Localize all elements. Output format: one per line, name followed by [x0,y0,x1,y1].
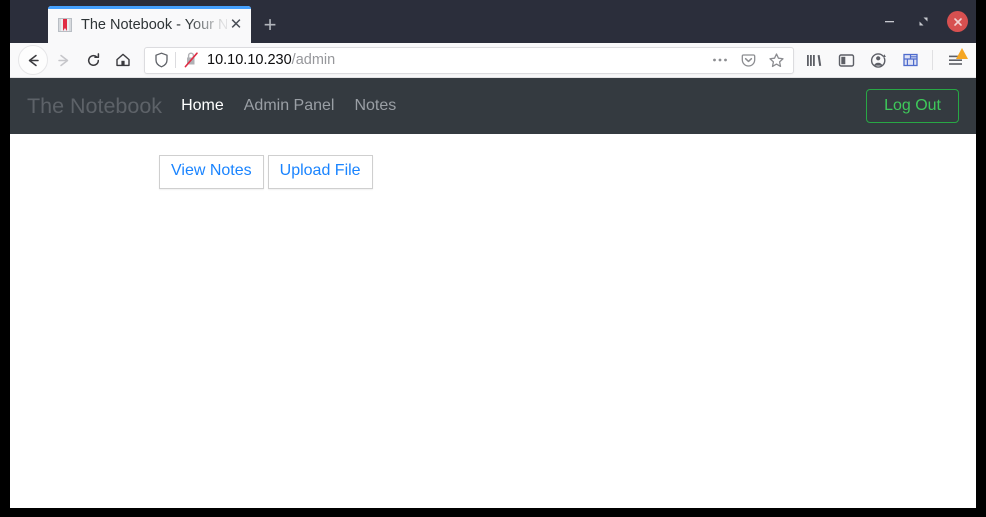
nav-link-home[interactable]: Home [181,97,224,115]
close-icon [953,17,962,26]
restore-icon [919,17,927,26]
back-button[interactable] [18,45,48,75]
action-button-row: View Notes Upload File [159,155,976,189]
container-tabs-button[interactable] [895,45,925,75]
url-bar[interactable]: 10.10.10.230/admin [144,46,794,74]
log-out-button[interactable]: Log Out [866,89,959,123]
view-notes-button[interactable]: View Notes [159,155,264,189]
star-icon[interactable] [763,48,789,72]
browser-toolbar: 10.10.10.230/admin [10,43,976,78]
browser-tab-active[interactable]: The Notebook - Your Not ✕ [48,6,251,43]
urlbar-action-icons [707,48,789,72]
url-text[interactable]: 10.10.10.230/admin [207,52,707,68]
urlbar-divider [175,52,176,68]
container-tabs-grid-icon [902,53,918,67]
minimize-icon [884,21,894,23]
library-icon [807,55,822,66]
main-content: View Notes Upload File [10,134,976,189]
forward-button[interactable] [48,45,78,75]
forward-arrow-icon [57,54,68,66]
ellipsis-icon[interactable] [707,48,733,72]
site-brand[interactable]: The Notebook [27,94,162,119]
sidebar-button[interactable] [831,45,861,75]
upload-file-button[interactable]: Upload File [267,155,373,189]
page-content: The Notebook Home Admin Panel Notes Log … [10,78,976,507]
url-host: 10.10.10.230 [207,52,292,68]
minimize-button[interactable] [879,12,899,32]
pocket-icon[interactable] [735,48,761,72]
warning-triangle-badge-icon [956,48,968,59]
sidebar-icon [838,54,854,67]
insecure-connection-icon[interactable] [183,51,201,69]
nav-link-admin-panel[interactable]: Admin Panel [244,97,335,115]
nav-link-notes[interactable]: Notes [354,97,396,115]
tab-title: The Notebook - Your Not [81,16,227,33]
account-warning-icon [870,52,886,68]
notebook-favicon-icon [57,17,73,33]
home-button[interactable] [108,45,138,75]
toolbar-divider [932,50,933,70]
browser-window: The Notebook - Your Not ✕ + 10.10.10.230… [10,0,976,508]
reload-button[interactable] [78,45,108,75]
reload-icon [87,52,99,66]
url-path: /admin [291,52,336,68]
library-button[interactable] [799,45,829,75]
restore-button[interactable] [913,12,933,32]
site-navbar: The Notebook Home Admin Panel Notes Log … [10,78,976,134]
new-tab-button[interactable]: + [251,6,289,43]
toolbar-right-icons [799,45,970,75]
tab-strip: The Notebook - Your Not ✕ + [10,0,976,43]
close-window-button[interactable] [947,11,968,32]
window-controls [879,0,968,43]
home-icon [116,53,130,67]
back-arrow-icon [28,54,39,66]
tracking-protection-shield-icon[interactable] [152,51,170,69]
close-tab-icon[interactable]: ✕ [227,16,245,34]
app-menu-button[interactable] [940,45,970,75]
account-button[interactable] [863,45,893,75]
